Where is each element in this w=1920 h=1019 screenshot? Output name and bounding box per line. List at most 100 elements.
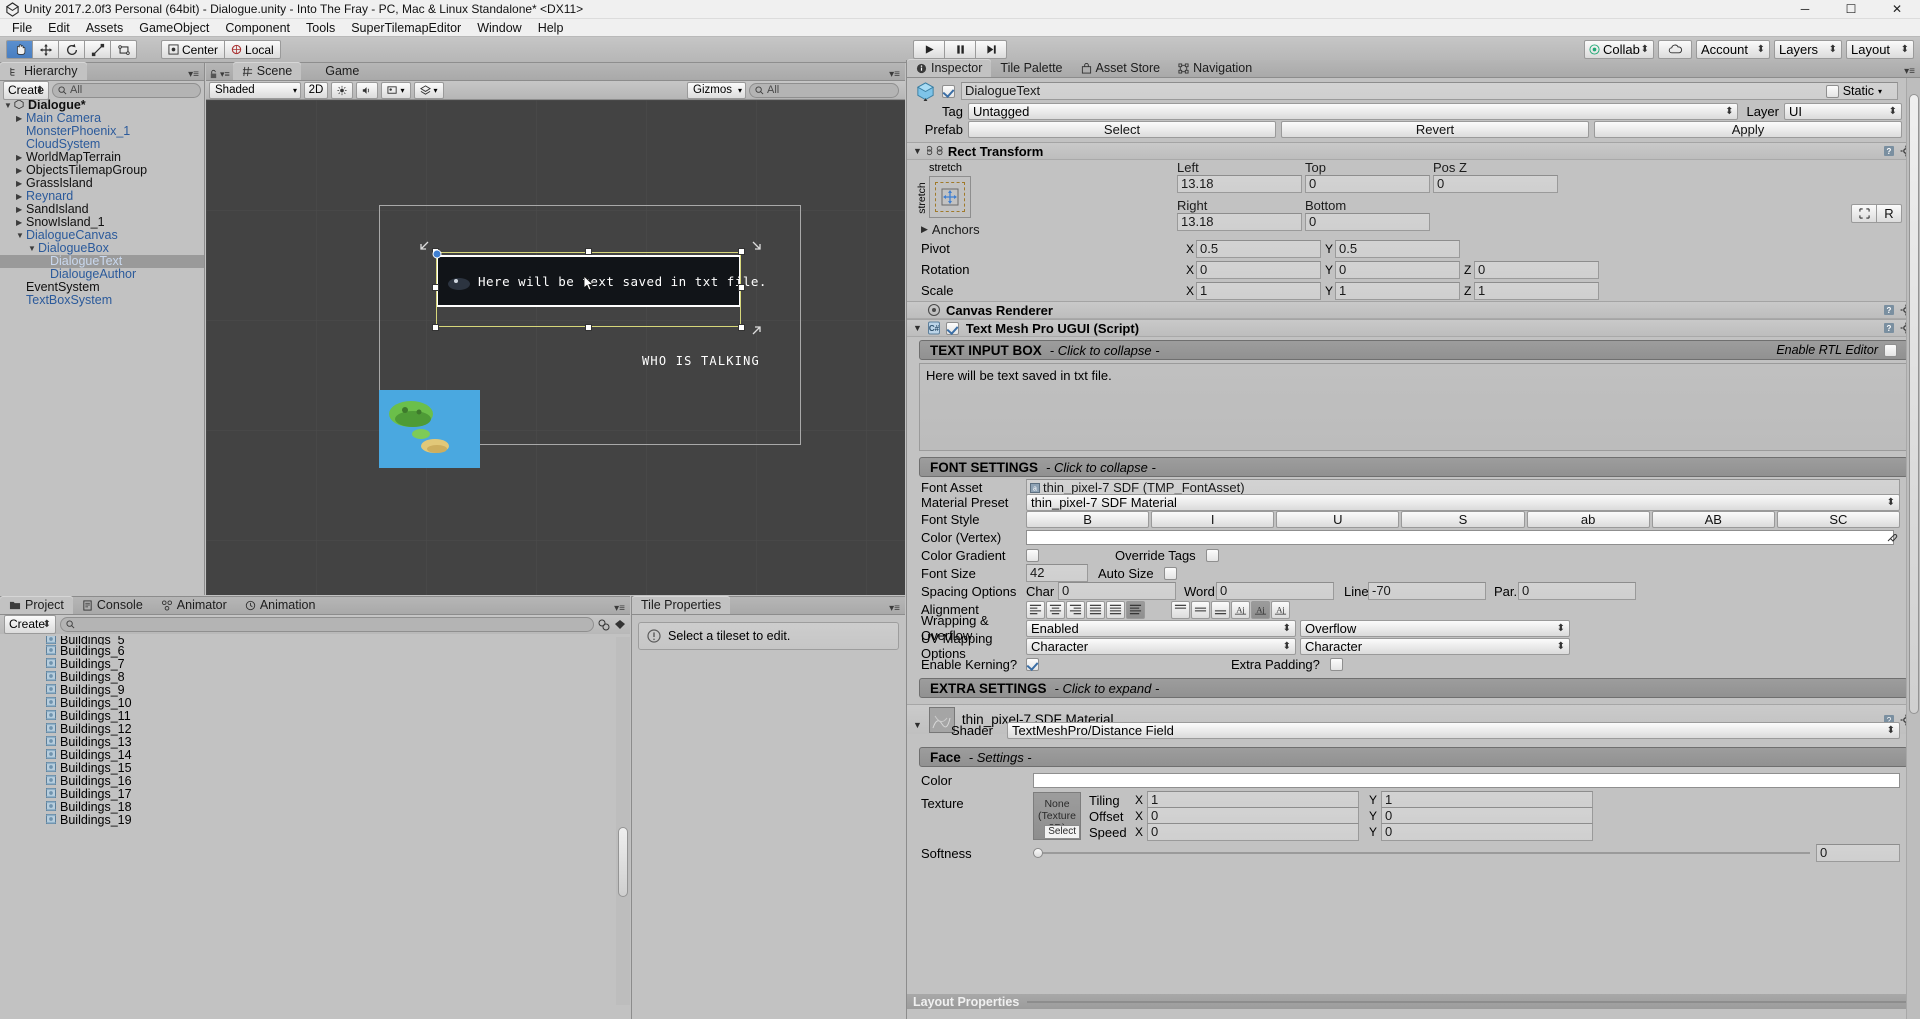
anchor-handle-tr[interactable] [744,240,762,258]
font-style-ab-button[interactable]: AB [1652,511,1775,528]
hierarchy-search-input[interactable]: All [52,83,201,98]
align-left-button[interactable] [1026,601,1045,619]
anchors-foldout-icon[interactable]: ▶ [921,224,928,235]
prefab-revert-button[interactable]: Revert [1281,121,1589,138]
uv-horizontal-dropdown[interactable]: Character [1026,638,1296,655]
face-color-swatch[interactable] [1033,773,1900,788]
project-asset-list[interactable]: Buildings_5Buildings_6Buildings_7Buildin… [0,634,630,827]
shader-dropdown[interactable]: TextMeshPro/Distance Field [1007,722,1900,739]
right-field[interactable]: 13.18 [1177,213,1302,231]
scene-search-input[interactable]: All [749,83,899,98]
blueprint-mode-button[interactable] [1851,204,1877,223]
face-settings-header[interactable]: Face - Settings - [919,747,1908,767]
tab-hierarchy[interactable]: Hierarchy [0,62,87,80]
align-top-button[interactable] [1171,601,1190,619]
project-asset-item[interactable]: Buildings_19 [0,814,630,827]
softness-slider-thumb[interactable] [1033,848,1043,858]
tab-console[interactable]: Console [73,596,152,614]
rtl-editor-checkbox[interactable] [1884,344,1897,357]
prefab-select-button[interactable]: Select [968,121,1276,138]
foldout-closed-icon[interactable]: ▶ [16,203,26,216]
project-panel-menu-icon[interactable]: ▾≡ [614,603,630,614]
layer-dropdown[interactable]: UI [1784,103,1902,120]
help-icon[interactable]: ? [1883,145,1895,157]
project-vscrollbar[interactable] [616,637,630,1005]
speed-y-field[interactable]: 0 [1381,823,1593,841]
tab-game[interactable]: Game [301,62,368,80]
pivot-rotation-button[interactable]: Local [224,40,281,59]
gizmos-dropdown[interactable]: Gizmos ▾ [687,82,746,99]
tileprops-menu-icon[interactable]: ▾≡ [889,603,905,614]
filter-by-type-icon[interactable] [598,619,610,631]
align-justified-button[interactable] [1086,601,1105,619]
help-icon[interactable]: ? [1883,322,1895,334]
font-style-buttons[interactable]: BIUSabABSC [1026,511,1900,528]
tab-navigation[interactable]: Navigation [1169,59,1261,77]
prefab-apply-button[interactable]: Apply [1594,121,1902,138]
rotate-tool-button[interactable] [58,40,85,59]
menu-help[interactable]: Help [530,19,572,37]
spacing-par-field[interactable]: 0 [1518,582,1636,600]
project-search-input[interactable] [60,617,594,632]
tab-asset-store[interactable]: Asset Store [1072,59,1170,77]
cloud-button[interactable] [1658,40,1692,59]
alignment-horizontal-buttons[interactable] [1026,601,1145,619]
object-enabled-checkbox[interactable] [942,85,955,98]
layout-properties-bar[interactable]: Layout Properties [907,994,1920,1009]
menu-window[interactable]: Window [469,19,529,37]
tmp-foldout-icon[interactable]: ▼ [913,323,922,333]
hand-tool-button[interactable] [6,40,33,59]
speed-x-field[interactable]: 0 [1147,823,1359,841]
scene-viewport[interactable]: Here will be text saved in txt file. WHO… [206,100,905,595]
tab-inspector[interactable]: Inspector [907,59,991,77]
kerning-checkbox[interactable] [1026,658,1039,671]
tab-tile-palette[interactable]: Tile Palette [991,59,1071,77]
foldout-open-icon[interactable]: ▼ [28,242,38,255]
spacing-char-field[interactable]: 0 [1058,582,1176,600]
extra-padding-checkbox[interactable] [1330,658,1343,671]
align-middle-button[interactable] [1191,601,1210,619]
foldout-open-icon[interactable]: ▼ [4,99,14,112]
layers-button[interactable]: Layers [1774,40,1842,59]
filter-by-label-icon[interactable] [614,619,626,631]
tab-scene[interactable]: Scene [233,62,301,80]
rect-transform-foldout-icon[interactable]: ▼ [913,146,922,156]
menu-file[interactable]: File [4,19,40,37]
inspector-panel-menu-icon[interactable]: ▾≡ [1904,66,1920,77]
posz-field[interactable]: 0 [1433,175,1558,193]
auto-size-checkbox[interactable] [1164,567,1177,580]
lighting-toggle-button[interactable] [331,82,353,99]
extra-settings-header[interactable]: EXTRA SETTINGS - Click to expand - [919,678,1908,698]
color-vertex-swatch[interactable] [1026,530,1894,545]
2d-toggle-button[interactable]: 2D [304,82,328,99]
scene-panel-menu-icon[interactable]: ▾≡ [889,69,905,80]
foldout-closed-icon[interactable]: ▶ [16,216,26,229]
menu-assets[interactable]: Assets [78,19,132,37]
raw-edit-button[interactable]: R [1876,204,1902,223]
menu-tools[interactable]: Tools [298,19,343,37]
align-bottom-button[interactable] [1211,601,1230,619]
foldout-closed-icon[interactable]: ▶ [16,177,26,190]
align-midline-button[interactable]: Aj [1251,601,1270,619]
font-style-i-button[interactable]: I [1151,511,1274,528]
audio-toggle-button[interactable] [356,82,378,99]
rotation-z-field[interactable]: 0 [1474,261,1599,279]
tmp-enabled-checkbox[interactable] [946,322,959,335]
layout-button[interactable]: Layout [1846,40,1914,59]
text-input-box-header[interactable]: TEXT INPUT BOX - Click to collapse - Ena… [919,340,1908,360]
tab-animator[interactable]: Animator [152,596,236,614]
align-flush-button[interactable] [1106,601,1125,619]
rotation-y-field[interactable]: 0 [1335,261,1460,279]
scale-x-field[interactable]: 1 [1196,282,1321,300]
material-foldout-icon[interactable]: ▼ [913,720,922,734]
font-style-s-button[interactable]: S [1401,511,1524,528]
scale-z-field[interactable]: 1 [1474,282,1599,300]
scene-vis-button[interactable]: ▾ [414,82,444,99]
eyedropper-icon[interactable] [1886,531,1898,543]
help-icon[interactable]: ? [1883,304,1895,316]
hierarchy-tab-menu-icon[interactable]: ▾≡ [188,69,204,80]
inspector-vscrollbar[interactable] [1906,78,1920,1019]
scale-tool-button[interactable] [84,40,111,59]
face-texture-object-field[interactable]: None (Texture 2D) Select [1033,792,1081,840]
inspector-vscroll-thumb[interactable] [1909,94,1919,714]
